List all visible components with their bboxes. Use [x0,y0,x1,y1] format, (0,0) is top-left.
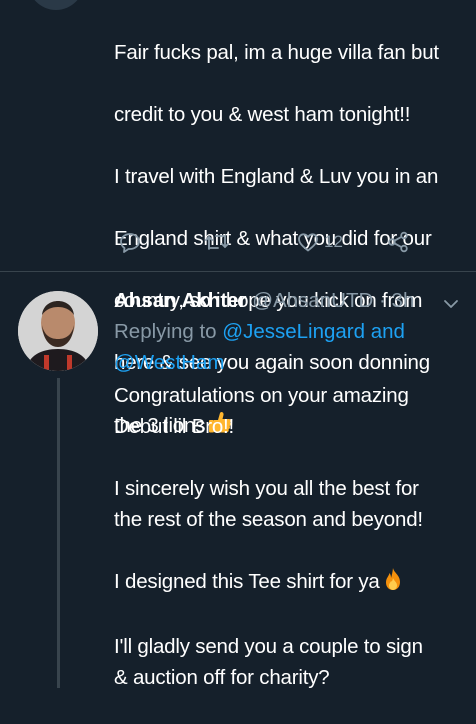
tweet-paragraph: I'll gladly send you a couple to sign & a… [114,631,466,693]
tweet-line: I designed this Tee shirt for ya [114,570,380,593]
tweet-line: Debut lil Bro!! [114,415,235,438]
heart-icon [298,233,318,252]
tweet-line: I'll gladly send you a couple to sign [114,635,423,658]
reply-button[interactable] [118,226,142,258]
fire-icon [382,567,404,600]
tweet-paragraph: Congratulations on your amazing Debut lil… [114,380,466,442]
avatar[interactable] [18,291,98,371]
replying-prefix: Replying to [114,320,217,343]
replying-to: Replying to @JesseLingard and @WestHam [114,316,466,378]
tweet-line: I travel with England & Luv you in an [114,165,439,188]
tweet-line: & auction off for charity? [114,666,330,689]
previous-avatar[interactable] [28,0,84,10]
tweet-paragraph: I designed this Tee shirt for ya [114,566,466,600]
tweet-body: Congratulations on your amazing Debut lil… [114,380,466,724]
tweet-actions: 12 [118,226,418,258]
retweet-button[interactable] [204,226,230,258]
tweet-line: the rest of the season and beyond! [114,508,423,531]
author-handle[interactable]: @AhsanUTD [252,289,373,312]
retweet-icon [205,235,229,250]
tweet-paragraph: I sincerely wish you all the best for the… [114,473,466,535]
thread-line [57,378,60,688]
like-count: 12 [324,232,343,251]
tweet-line: credit to you & west ham tonight!! [114,103,411,126]
like-button[interactable]: 12 [296,226,343,258]
tweet-line: I sincerely wish you all the best for [114,477,419,500]
tweet-header: Ahsan Akhter @AhsanUTD · 3h [114,286,466,316]
timestamp[interactable]: 3h [392,289,415,312]
author-name[interactable]: Ahsan Akhter [114,289,247,312]
share-icon [388,231,408,253]
reply-icon [120,233,140,253]
mention-joiner: and [370,320,405,343]
tweet-divider [0,271,476,272]
tweet-line: Fair fucks pal, im a huge villa fan but [114,41,439,64]
tweet-line: Congratulations on your amazing [114,384,409,407]
mention-link[interactable]: @JesseLingard [222,320,365,343]
share-button[interactable] [386,226,410,258]
mention-link[interactable]: @WestHam [114,351,224,374]
separator: · [379,289,386,312]
